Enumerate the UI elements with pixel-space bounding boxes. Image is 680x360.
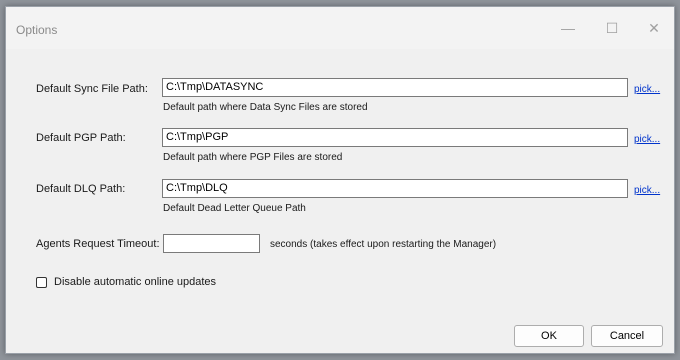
dlq-path-label: Default DLQ Path: bbox=[36, 183, 126, 195]
dlq-path-input[interactable]: C:\Tmp\DLQ bbox=[162, 179, 628, 198]
sync-path-pick-link[interactable]: pick... bbox=[634, 84, 660, 95]
options-dialog: Options — ☐ ✕ Default Sync File Path: C:… bbox=[5, 6, 675, 354]
minimize-icon[interactable]: — bbox=[548, 13, 588, 43]
timeout-label: Agents Request Timeout: bbox=[36, 238, 160, 250]
window-title: Options bbox=[16, 23, 58, 37]
pgp-path-pick-link[interactable]: pick... bbox=[634, 134, 660, 145]
ok-button[interactable]: OK bbox=[514, 325, 584, 347]
pgp-path-input[interactable]: C:\Tmp\PGP bbox=[162, 128, 628, 147]
cancel-button[interactable]: Cancel bbox=[591, 325, 663, 347]
sync-path-input[interactable]: C:\Tmp\DATASYNC bbox=[162, 78, 628, 97]
sync-path-label: Default Sync File Path: bbox=[36, 83, 148, 95]
close-icon[interactable]: ✕ bbox=[634, 13, 674, 43]
dlq-path-hint: Default Dead Letter Queue Path bbox=[163, 203, 306, 214]
pgp-path-hint: Default path where PGP Files are stored bbox=[163, 152, 343, 163]
dlq-path-pick-link[interactable]: pick... bbox=[634, 185, 660, 196]
disable-updates-checkbox[interactable] bbox=[36, 277, 47, 288]
disable-updates-label[interactable]: Disable automatic online updates bbox=[54, 276, 216, 288]
maximize-icon[interactable]: ☐ bbox=[592, 13, 632, 43]
timeout-input[interactable] bbox=[163, 234, 260, 253]
timeout-suffix: seconds (takes effect upon restarting th… bbox=[270, 239, 497, 250]
sync-path-hint: Default path where Data Sync Files are s… bbox=[163, 102, 368, 113]
pgp-path-label: Default PGP Path: bbox=[36, 132, 126, 144]
title-bar: Options — ☐ ✕ bbox=[6, 7, 674, 49]
